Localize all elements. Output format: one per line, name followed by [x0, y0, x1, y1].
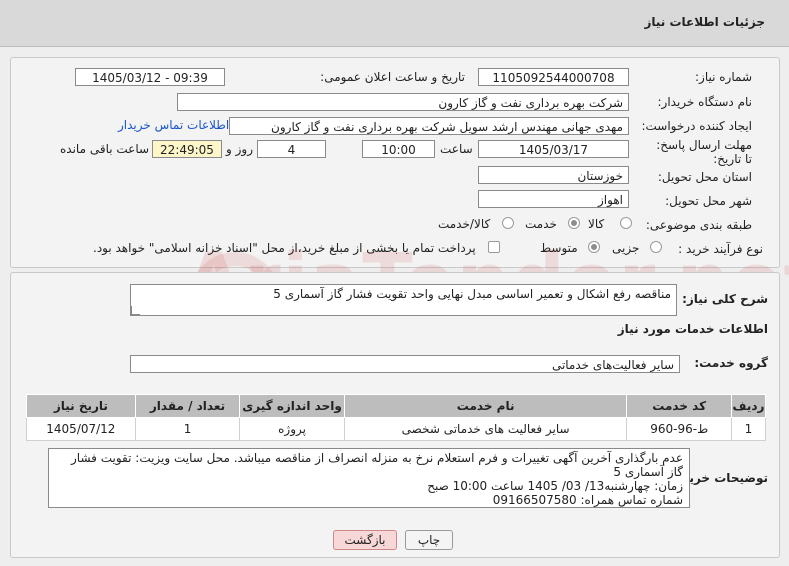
- cell-service-code: ط-96-960: [626, 417, 732, 441]
- cell-unit: پروژه: [239, 417, 345, 441]
- category-label: طبقه بندی موضوعی:: [645, 218, 752, 232]
- creator-field: مهدی جهانی مهندس ارشد سویل شرکت بهره برد…: [229, 117, 629, 135]
- buyer-notes-line-1: عدم بارگذاری آخرین آگهی تغییرات و فرم اس…: [71, 451, 683, 479]
- service-group-label: گروه خدمت:: [694, 356, 768, 370]
- buyer-notes-field: عدم بارگذاری آخرین آگهی تغییرات و فرم اس…: [48, 448, 690, 508]
- category-radio-goods[interactable]: [620, 217, 632, 229]
- summary-label: شرح کلی نیاز:: [682, 292, 768, 306]
- announce-datetime-label: تاریخ و ساعت اعلان عمومی:: [320, 70, 465, 84]
- col-service-code: کد خدمت: [626, 394, 732, 418]
- page-title: جزئیات اطلاعات نیاز: [644, 15, 765, 29]
- table-row: 1 ط-96-960 سایر فعالیت های خدماتی شخصی پ…: [26, 417, 767, 441]
- col-quantity: تعداد / مقدار: [134, 394, 241, 418]
- deadline-date-field: 1405/03/17: [478, 140, 629, 158]
- days-label: روز و: [226, 142, 253, 156]
- col-service-name: نام خدمت: [343, 394, 628, 418]
- service-group-field: سایر فعالیت‌های خدماتی: [130, 355, 680, 373]
- buyer-field: شرکت بهره برداری نفت و گاز کارون: [177, 93, 629, 111]
- col-need-date: تاریخ نیاز: [26, 394, 136, 418]
- buyer-label: نام دستگاه خریدار:: [657, 95, 753, 109]
- category-option-goods-service: کالا/خدمت: [438, 217, 491, 231]
- category-option-goods: کالا: [588, 217, 605, 231]
- summary-resize-handle-icon[interactable]: [131, 306, 140, 315]
- col-unit: واحد اندازه گیری: [239, 394, 345, 418]
- province-label: استان محل تحویل:: [657, 170, 752, 184]
- cell-need-date: 1405/07/12: [26, 417, 136, 441]
- days-remaining-field: 4: [257, 140, 326, 158]
- province-field: خوزستان: [478, 166, 629, 184]
- page-header: جزئیات اطلاعات نیاز: [0, 0, 789, 47]
- cell-service-name: سایر فعالیت های خدماتی شخصی: [343, 417, 628, 441]
- category-radio-goods-service[interactable]: [502, 217, 514, 229]
- services-table: ردیف کد خدمت نام خدمت واحد اندازه گیری ت…: [26, 394, 767, 441]
- buyer-notes-line-3: شماره تماس همراه: 09166507580: [492, 493, 683, 507]
- city-field: اهواز: [478, 190, 629, 208]
- city-label: شهر محل تحویل:: [665, 194, 752, 208]
- need-number-label: شماره نیاز:: [695, 70, 752, 84]
- announce-datetime-field: 1405/03/12 - 09:39: [75, 68, 225, 86]
- summary-field: مناقصه رفع اشکال و تعمیر اساسی مبدل نهای…: [130, 284, 677, 316]
- category-option-service: خدمت: [525, 217, 557, 231]
- need-number-field: 1105092544000708: [478, 68, 629, 86]
- time-remaining-label: ساعت باقی مانده: [60, 142, 150, 156]
- category-radio-service[interactable]: [568, 217, 580, 229]
- buyer-contact-link[interactable]: اطلاعات تماس خریدار: [118, 118, 229, 132]
- buyer-notes-line-2: زمان: چهارشنبه13/ 03/ 1405 ساعت 10:00 صب…: [427, 479, 683, 493]
- deadline-time-field: 10:00: [362, 140, 435, 158]
- deadline-time-label: ساعت: [440, 142, 473, 156]
- services-section-title: اطلاعات خدمات مورد نیاز: [617, 322, 768, 336]
- cell-quantity: 1: [134, 417, 241, 441]
- creator-label: ایجاد کننده درخواست:: [641, 119, 752, 133]
- col-row-number: ردیف: [730, 394, 767, 418]
- time-remaining-field: 22:49:05: [152, 140, 222, 158]
- back-button[interactable]: بازگشت: [333, 530, 397, 550]
- cell-row-number: 1: [730, 417, 767, 441]
- print-button[interactable]: چاپ: [405, 530, 453, 550]
- deadline-label: مهلت ارسال پاسخ: تا تاریخ:: [656, 138, 752, 166]
- services-table-header: ردیف کد خدمت نام خدمت واحد اندازه گیری ت…: [26, 394, 767, 418]
